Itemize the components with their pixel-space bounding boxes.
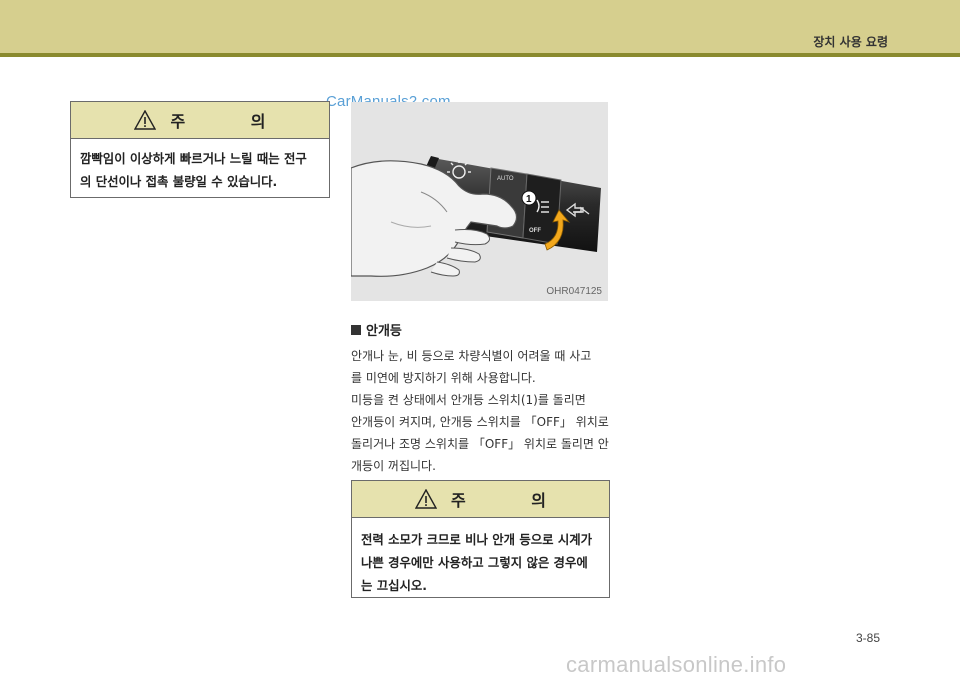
page-number: 3-85 (856, 631, 881, 645)
caution-box-header: 주 의 (352, 481, 609, 518)
switch-label-auto: AUTO (497, 176, 514, 182)
caution-line: 전력 소모가 크므로 비나 안개 등으로 시계가 (361, 532, 593, 547)
caution-text: 깜빡임이 이상하게 빠르거나 느릴 때는 전구 의 단선이나 접촉 불량일 수 … (71, 139, 329, 193)
caution-text: 전력 소모가 크므로 비나 안개 등으로 시계가 나쁜 경우에만 사용하고 그렇… (352, 518, 609, 597)
square-bullet-icon (351, 324, 361, 335)
warning-triangle-icon (134, 110, 157, 130)
paragraph-line: 돌리거나 조명 스위치를 「OFF」 위치로 돌리면 안 (351, 437, 609, 451)
caution-box-header: 주 의 (71, 102, 329, 139)
section-title: 장치 사용 요령 (813, 35, 888, 49)
figure-code: OHR047125 (546, 286, 602, 297)
caution-line: 깜빡임이 이상하게 빠르거나 느릴 때는 전구 (80, 151, 307, 166)
caution-box-bottom: 주 의 전력 소모가 크므로 비나 안개 등으로 시계가 나쁜 경우에만 사용하… (351, 480, 610, 598)
header-rule (0, 53, 960, 57)
callout-number: 1 (526, 194, 532, 205)
caution-line: 는 끄십시오. (361, 578, 428, 593)
hand-on-stalk-drawing: AUTO OFF 1 (351, 156, 601, 277)
paragraph-line: 안개등이 켜지며, 안개등 스위치를 「OFF」 위치로 (351, 415, 609, 429)
switch-label-off: OFF (529, 228, 541, 234)
paragraph-line: 를 미연에 방지하기 위해 사용합니다. (351, 371, 536, 385)
paragraph-line: 안개나 눈, 비 등으로 차량식별이 어려울 때 사고 (351, 349, 592, 363)
warning-triangle-icon (414, 489, 437, 509)
caution-line: 의 단선이나 접촉 불량일 수 있습니다. (80, 174, 278, 189)
caution-line: 나쁜 경우에만 사용하고 그렇지 않은 경우에 (361, 555, 588, 570)
fog-light-description: 안개나 눈, 비 등으로 차량식별이 어려울 때 사고 를 미연에 방지하기 위… (351, 345, 609, 477)
caution-title: 주 의 (450, 491, 576, 510)
caution-title: 주 의 (170, 112, 296, 131)
paragraph-line: 미등을 켠 상태에서 안개등 스위치(1)를 돌리면 (351, 393, 586, 407)
footer-watermark: carmanualsonline.info (566, 652, 787, 677)
section-heading: 안개등 (351, 320, 402, 339)
paragraph-line: 개등이 꺼집니다. (351, 459, 436, 473)
section-heading-text: 안개등 (366, 324, 402, 339)
fog-light-switch-illustration: AUTO OFF 1 OHR047125 (351, 102, 608, 301)
caution-box-top: 주 의 깜빡임이 이상하게 빠르거나 느릴 때는 전구 의 단선이나 접촉 불량… (70, 101, 330, 198)
